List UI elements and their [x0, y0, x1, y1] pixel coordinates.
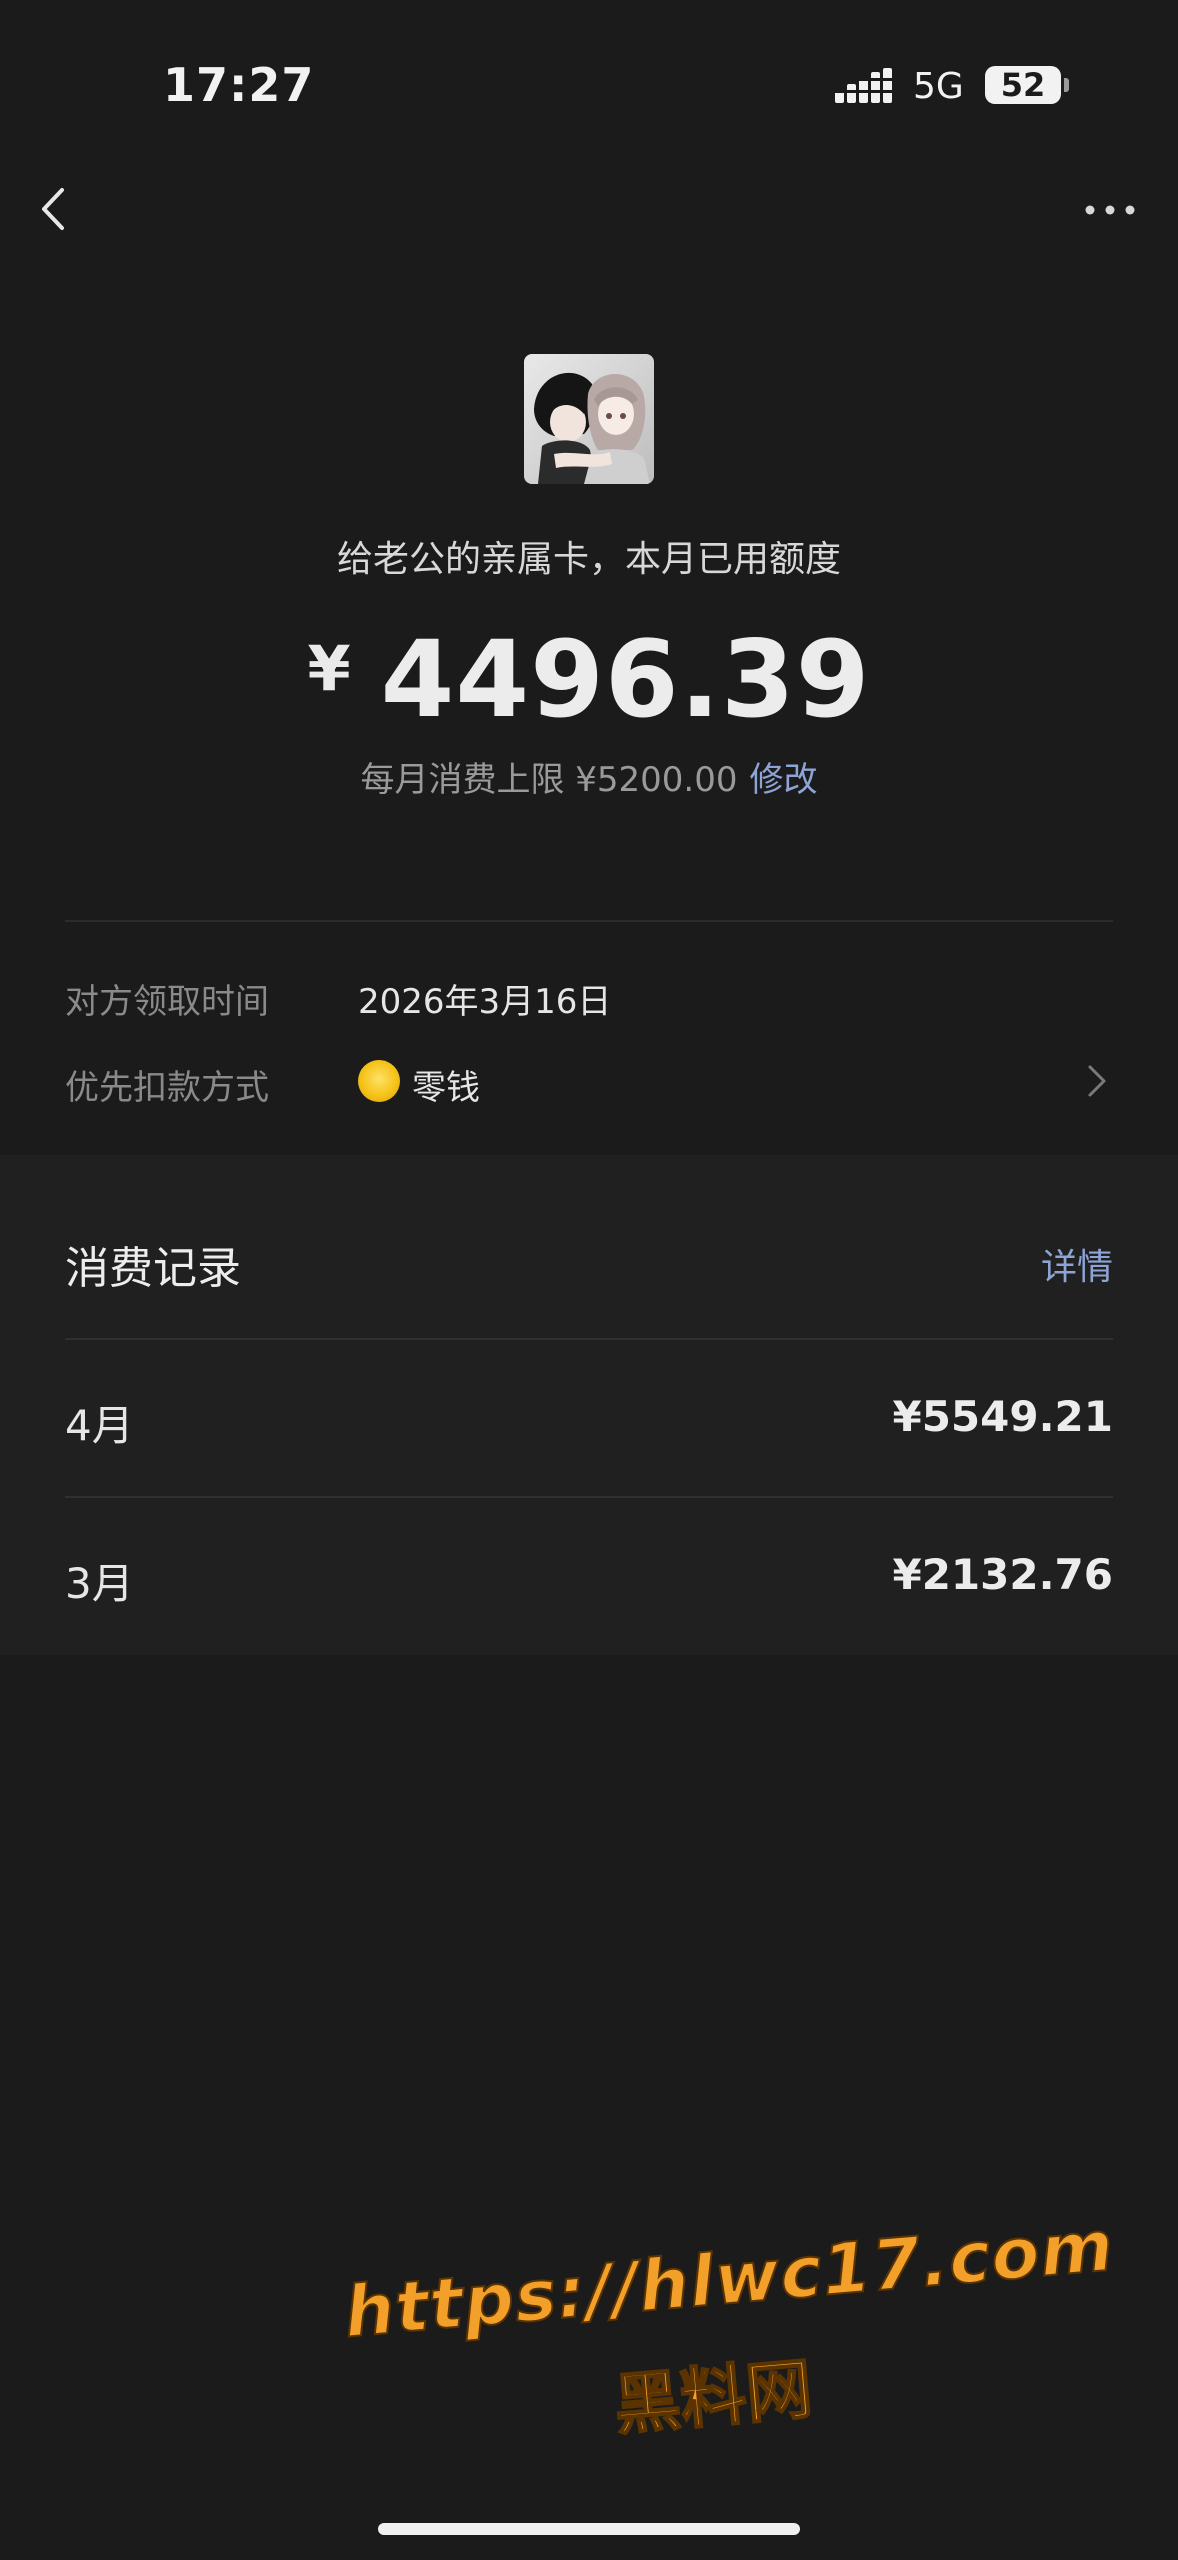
claim-time-label: 对方领取时间: [65, 982, 269, 1022]
record-amount[interactable]: ¥2132.76: [892, 1550, 1113, 1599]
network-type: 5G: [913, 66, 964, 107]
card-title: 给老公的亲属卡，本月已用额度: [336, 539, 841, 580]
battery-icon: 52: [985, 66, 1061, 104]
record-month[interactable]: 4月: [65, 1392, 134, 1453]
page: 17:27 5G 52 给老公的亲属卡，本月已用额度 ¥ 4496.39 每月消…: [0, 0, 1178, 2560]
more-options-button[interactable]: [1080, 190, 1140, 230]
payment-method-value[interactable]: 零钱: [412, 1060, 480, 1109]
currency-symbol: ¥: [307, 632, 351, 705]
limit-text: 每月消费上限 ¥5200.00: [360, 760, 738, 800]
battery-tip: [1064, 78, 1069, 92]
chevron-right-icon[interactable]: [1084, 1061, 1110, 1101]
watermark: https://hlwc17.com 黑料网: [340, 2204, 1118, 2511]
battery-level: 52: [1000, 66, 1046, 104]
divider: [65, 1496, 1113, 1498]
edit-limit-link[interactable]: 修改: [750, 760, 818, 800]
divider: [65, 1338, 1113, 1340]
amount-value: 4496.39: [380, 618, 871, 741]
monthly-limit: 每月消费上限 ¥5200.00 修改: [0, 752, 1178, 801]
records-title: 消费记录: [65, 1243, 241, 1294]
status-time: 17:27: [163, 58, 315, 112]
record-month[interactable]: 3月: [65, 1550, 134, 1611]
record-amount[interactable]: ¥5549.21: [892, 1392, 1113, 1441]
claim-time-value: 2026年3月16日: [358, 982, 612, 1022]
avatar: [524, 354, 654, 484]
payment-method-label: 优先扣款方式: [65, 1068, 269, 1108]
records-detail-link[interactable]: 详情: [1041, 1238, 1113, 1290]
avatar-image: [524, 354, 654, 484]
home-indicator[interactable]: [378, 2523, 800, 2535]
signal-strength-icon: [835, 68, 892, 103]
back-button[interactable]: [28, 178, 84, 240]
used-amount: ¥4496.39: [0, 618, 1178, 741]
coin-icon: [358, 1060, 400, 1102]
status-bar: 17:27 5G 52: [0, 0, 1178, 150]
divider: [65, 920, 1113, 922]
